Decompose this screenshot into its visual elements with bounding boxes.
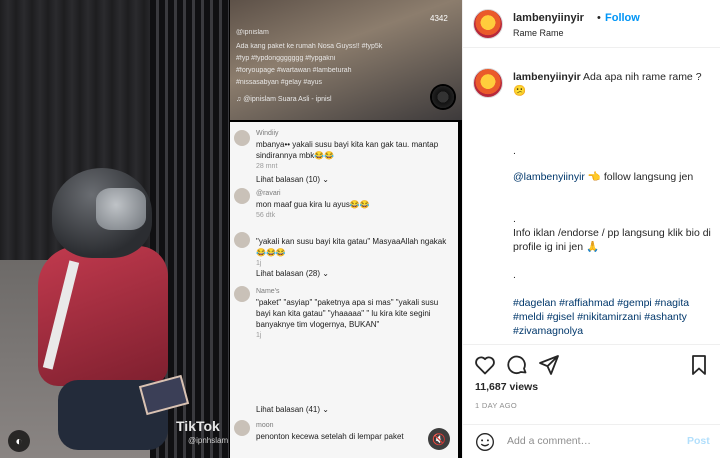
- comment-avatar: [234, 420, 250, 436]
- video-comment: Name's "paket" "asyiap" "paketnya apa si…: [256, 288, 439, 339]
- video-top-right: 4342 @ipnislam Ada kang paket ke rumah N…: [230, 0, 462, 120]
- bookmark-icon[interactable]: [687, 353, 711, 377]
- follow-button[interactable]: Follow: [605, 12, 640, 24]
- view-replies: Lihat balasan (28) ⌄: [256, 269, 329, 278]
- caption-dot: .: [513, 269, 516, 281]
- comment-box: Add a comment… Post: [463, 424, 720, 458]
- overlay-sound: ♫ @ipnislam Suara Asli - ipnisl: [236, 96, 332, 103]
- header-username[interactable]: lambenyiinyir: [513, 12, 584, 24]
- avatar[interactable]: [473, 68, 503, 98]
- post-media[interactable]: TikTok @ipnhslam ◐ 4342 @ipnislam Ada ka…: [0, 0, 462, 458]
- comment-avatar: [234, 286, 250, 302]
- caption-mention-line: @lambenyiinyir 👈 follow langsung jen: [513, 170, 713, 184]
- mention-link[interactable]: @lambenyiinyir: [513, 171, 585, 183]
- share-icon[interactable]: [537, 353, 561, 377]
- caption-first-line: lambenyiinyir Ada apa nih rame rame ? 😕: [513, 70, 713, 98]
- comment-avatar: [234, 232, 250, 248]
- view-count[interactable]: 11,687 views: [475, 381, 538, 393]
- overlay-caption-4: #nissasabyan #gelay #ayus: [236, 79, 323, 86]
- overlay-caption-2: #fyp #fypdonggggggg #fypgakni: [236, 55, 336, 62]
- courier-figure: [38, 160, 190, 450]
- tiktok-handle: @ipnhslam: [188, 436, 229, 445]
- actions-bar: 11,687 views 1 DAY AGO: [463, 344, 720, 428]
- video-comment: "yakali kan susu bayi kita gatau" Masyaa…: [256, 237, 447, 267]
- post-button[interactable]: Post: [687, 435, 710, 447]
- emoji-icon[interactable]: [475, 432, 495, 452]
- mention-suffix: 👈 follow langsung jen: [587, 171, 694, 183]
- like-count-overlay: 4342: [430, 14, 448, 23]
- comment-avatar: [234, 130, 250, 146]
- caption-hashtags[interactable]: #dagelan #raffiahmad #gempi #nagita #mel…: [513, 296, 713, 338]
- location-label[interactable]: Rame Rame: [513, 28, 564, 38]
- overlay-caption-3: #foryoupage #wartawan #lambeturah: [236, 67, 352, 74]
- volume-icon[interactable]: ◐: [8, 430, 30, 452]
- video-comment: moon penonton kecewa setelah di lempar p…: [256, 422, 404, 441]
- caption-area: lambenyiinyir Ada apa nih rame rame ? 😕 …: [463, 60, 720, 342]
- music-disc-icon: [430, 84, 456, 110]
- post-header: lambenyiinyir • Follow Rame Rame: [463, 0, 720, 48]
- caption-username[interactable]: lambenyiinyir: [513, 71, 581, 83]
- video-comment: Windiiy mbanya•• yakali susu bayi kita k…: [256, 130, 439, 170]
- tiktok-watermark: TikTok: [176, 418, 220, 434]
- comment-icon[interactable]: [505, 353, 529, 377]
- heart-icon[interactable]: [473, 353, 497, 377]
- video-left-scene: TikTok @ipnhslam ◐: [0, 0, 229, 458]
- mute-icon[interactable]: 🔇: [428, 428, 450, 450]
- comment-avatar: [234, 188, 250, 204]
- view-replies: Lihat balasan (10) ⌄: [256, 175, 329, 184]
- separator-dot: •: [597, 12, 601, 24]
- view-replies: Lihat balasan (41) ⌄: [256, 405, 329, 414]
- post-sidebar: lambenyiinyir • Follow Rame Rame lambeny…: [462, 0, 720, 458]
- caption-info: Info iklan /endorse / pp langsung klik b…: [513, 227, 711, 253]
- caption-dot: .: [513, 145, 516, 157]
- post-timestamp: 1 DAY AGO: [475, 401, 518, 410]
- overlay-user: @ipnislam: [236, 29, 269, 36]
- caption-dot: .: [513, 213, 516, 225]
- video-comment: @ravari mon maaf gua kira lu ayus😂😂 56 d…: [256, 190, 370, 219]
- comment-input[interactable]: Add a comment…: [507, 435, 591, 447]
- overlay-caption-1: Ada kang paket ke rumah Nosa Guyss!! #fy…: [236, 43, 383, 50]
- video-comments-panel: Windiiy mbanya•• yakali susu bayi kita k…: [230, 122, 458, 458]
- visor-graphic: [96, 188, 146, 230]
- avatar[interactable]: [473, 9, 503, 39]
